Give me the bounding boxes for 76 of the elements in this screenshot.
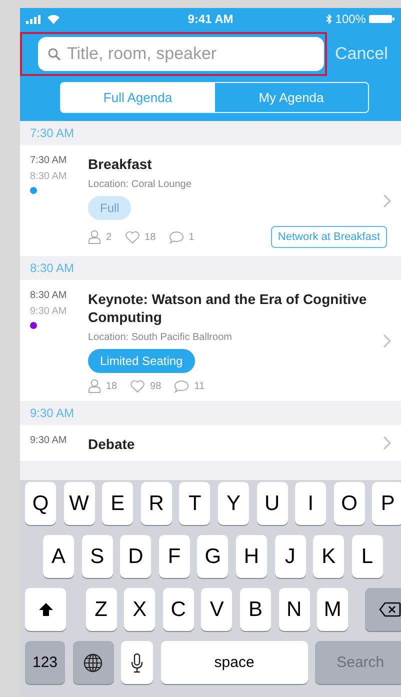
- chevron-right-icon: [383, 194, 391, 208]
- keyboard-key[interactable]: G: [197, 535, 228, 578]
- session-card[interactable]: 8:30 AM 9:30 AM Keynote: Watson and the Era of Cognitive Computing Location: South Pacific Ballroom Limited Seating 18 98 11: [20, 280, 401, 401]
- keyboard-key[interactable]: R: [140, 482, 172, 525]
- keyboard-key[interactable]: T: [179, 482, 210, 525]
- seating-badge: Limited Seating: [88, 349, 195, 373]
- heart-icon: [130, 380, 146, 392]
- search-field[interactable]: Title, room, speaker: [38, 37, 324, 71]
- end-time: 9:30 AM: [30, 306, 68, 317]
- keyboard-key[interactable]: N: [278, 588, 310, 631]
- shift-arrow-icon: [38, 602, 54, 617]
- delete-key[interactable]: [364, 588, 401, 631]
- keyboard-key[interactable]: M: [317, 588, 348, 631]
- signal-icon: [26, 14, 42, 24]
- microphone-icon: [131, 652, 144, 672]
- battery-percent: 100%: [335, 12, 366, 26]
- globe-icon: [83, 652, 104, 672]
- keyboard-key[interactable]: W: [64, 482, 95, 525]
- keyboard-key[interactable]: O: [334, 482, 365, 525]
- microphone-key[interactable]: [121, 641, 154, 684]
- person-icon: [88, 230, 101, 244]
- keyboard-key[interactable]: J: [274, 535, 306, 578]
- keyboard-key[interactable]: K: [313, 535, 344, 578]
- keyboard-key[interactable]: D: [120, 535, 152, 578]
- keyboard-key[interactable]: Q: [25, 482, 56, 525]
- keyboard-key[interactable]: I: [295, 482, 326, 525]
- comment-count: 1: [188, 232, 194, 242]
- space-key[interactable]: space: [160, 641, 308, 684]
- keyboard-key[interactable]: F: [158, 535, 190, 578]
- bluetooth-icon: [326, 14, 332, 24]
- keyboard-key[interactable]: C: [162, 588, 194, 631]
- end-time: 8:30 AM: [30, 171, 68, 182]
- keyboard-key[interactable]: P: [372, 482, 401, 525]
- keyboard-key[interactable]: E: [102, 482, 134, 525]
- session-card[interactable]: 9:30 AM Debate: [20, 425, 401, 461]
- comment-icon: [174, 380, 190, 392]
- session-location: Location: South Pacific Ballroom: [88, 332, 232, 343]
- section-time: 9:30 AM: [30, 406, 74, 420]
- comment-icon: [168, 230, 184, 244]
- chevron-right-icon: [383, 334, 391, 348]
- like-count: 98: [150, 380, 162, 392]
- backspace-icon: [378, 602, 401, 617]
- start-time: 7:30 AM: [30, 155, 68, 166]
- like-count: 18: [144, 232, 156, 242]
- section-time: 8:30 AM: [30, 261, 74, 275]
- keyboard-key[interactable]: X: [124, 588, 156, 631]
- wifi-icon: [47, 14, 60, 24]
- session-title: Breakfast: [88, 155, 152, 173]
- battery-icon: [368, 14, 395, 24]
- keyboard-key[interactable]: L: [352, 535, 383, 578]
- keyboard-key[interactable]: Y: [218, 482, 249, 525]
- search-icon: [48, 48, 61, 61]
- attendee-count: 18: [106, 380, 118, 392]
- shift-key[interactable]: [25, 588, 66, 631]
- keyboard-key[interactable]: A: [43, 535, 74, 578]
- keyboard-key[interactable]: Z: [86, 588, 117, 631]
- session-title: Keynote: Watson and the Era of Cognitive Computing: [88, 290, 368, 326]
- keyboard-key[interactable]: S: [82, 535, 113, 578]
- start-time: 9:30 AM: [30, 435, 68, 446]
- session-location: Location: Coral Lounge: [88, 179, 192, 190]
- seating-badge: Full: [88, 196, 132, 220]
- section-time: 7:30 AM: [30, 126, 74, 140]
- keyboard-key[interactable]: U: [256, 482, 288, 525]
- comment-count: 11: [194, 380, 205, 392]
- session-title: Debate: [88, 435, 135, 453]
- chevron-right-icon: [383, 436, 391, 450]
- numbers-key[interactable]: 123: [25, 641, 65, 684]
- globe-key[interactable]: [72, 641, 114, 684]
- keyboard-key[interactable]: H: [236, 535, 267, 578]
- attendee-count: 2: [106, 232, 112, 242]
- heart-icon: [124, 230, 140, 244]
- status-time: 9:41 AM: [188, 12, 234, 26]
- person-icon: [88, 379, 101, 393]
- start-time: 8:30 AM: [30, 290, 68, 301]
- keyboard-key[interactable]: V: [201, 588, 232, 631]
- keyboard-key[interactable]: B: [240, 588, 271, 631]
